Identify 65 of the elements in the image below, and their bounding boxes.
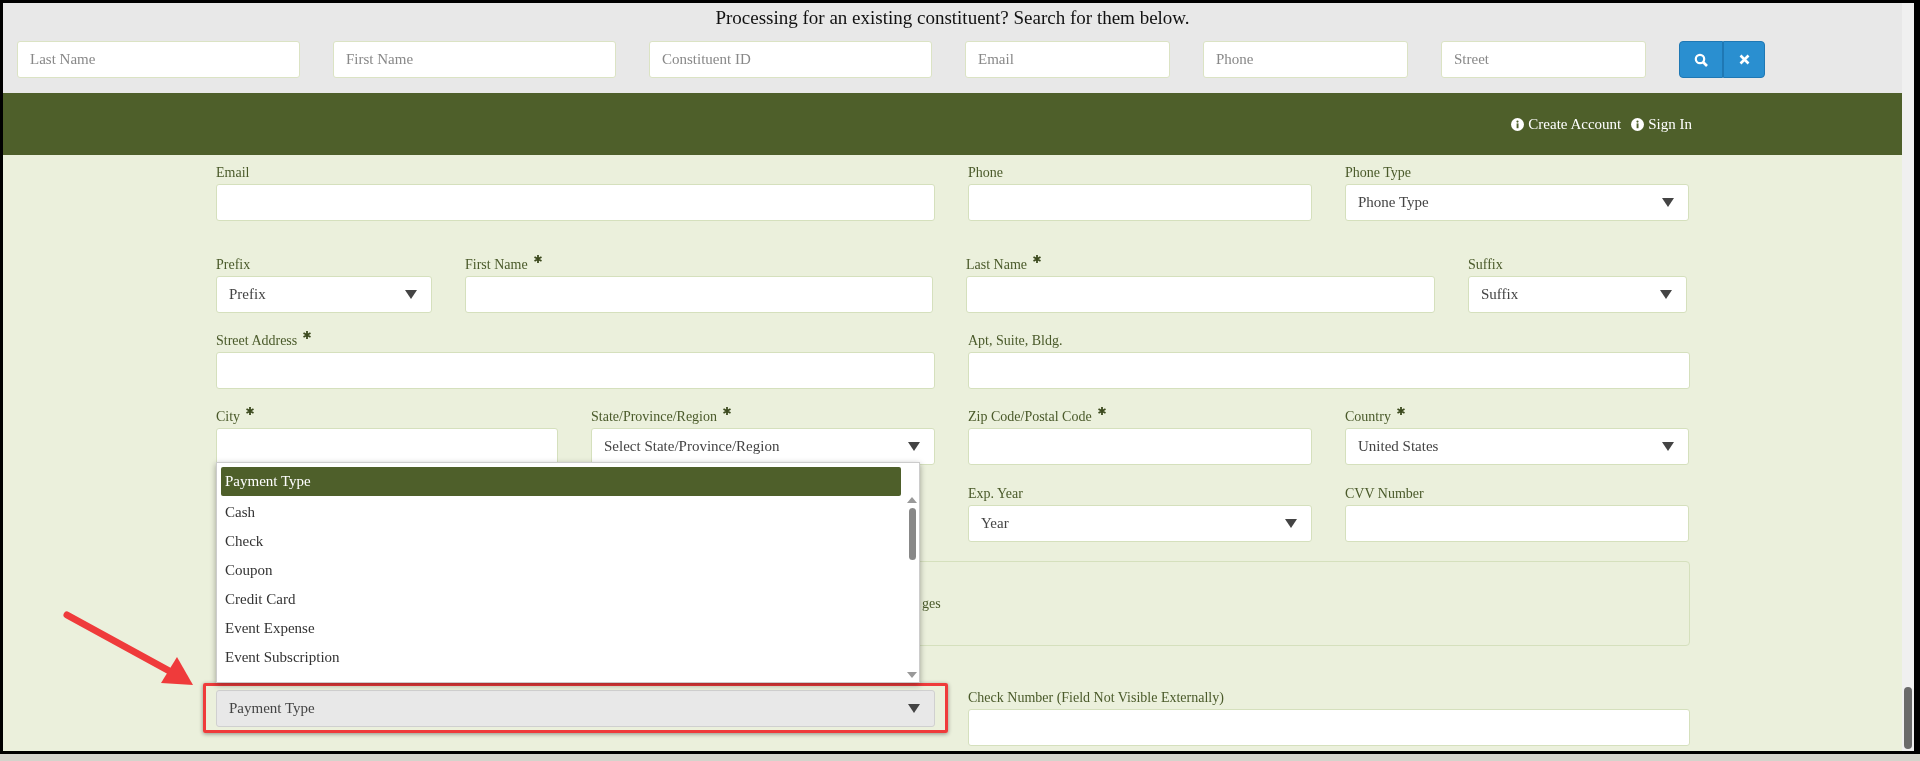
text-field[interactable] (968, 709, 1690, 746)
search-field[interactable]: Street (1441, 41, 1646, 78)
field-label: Check Number (Field Not Visible Externally) (968, 690, 1224, 706)
dropdown-option[interactable]: Credit Card (221, 585, 901, 614)
caret-icon (1285, 519, 1297, 528)
caret-icon (1662, 442, 1674, 451)
field-label: Prefix (216, 257, 251, 273)
notice-text: ges (922, 595, 941, 613)
info-icon (1631, 117, 1645, 131)
text-field[interactable] (966, 276, 1435, 313)
caret-icon (908, 442, 920, 451)
scroll-thumb[interactable] (908, 508, 916, 560)
select-field[interactable]: Select State/Province/Region (591, 428, 935, 465)
dropdown-option[interactable]: Payment Type (221, 467, 901, 496)
clear-button[interactable] (1723, 41, 1765, 78)
scroll-up-icon (907, 497, 917, 503)
field-label: Street Address (216, 333, 298, 349)
text-field[interactable] (968, 184, 1312, 221)
dropdown-option[interactable]: Cash (221, 498, 901, 527)
search-field[interactable]: Last Name (17, 41, 300, 78)
field-label: CVV Number (1345, 486, 1424, 502)
field-label: Zip Code/Postal Code (968, 409, 1092, 425)
scroll-down-icon (907, 672, 917, 678)
field-label: City (216, 409, 241, 425)
field-label: Suffix (1468, 257, 1503, 273)
text-field[interactable] (1345, 505, 1689, 542)
select-field[interactable]: Phone Type (1345, 184, 1689, 221)
field-label: Country (1345, 409, 1391, 425)
search-field[interactable]: Phone (1203, 41, 1408, 78)
dropdown-option[interactable]: Check (221, 527, 901, 556)
close-icon (1738, 54, 1750, 65)
dropdown-option[interactable]: Event Subscription (221, 643, 901, 672)
text-field[interactable] (968, 352, 1690, 389)
caret-icon (908, 704, 920, 713)
caret-icon (1662, 198, 1674, 207)
caret-icon (1660, 290, 1672, 299)
select-field[interactable]: Prefix (216, 276, 432, 313)
search-button[interactable] (1679, 41, 1723, 78)
info-icon (1511, 117, 1525, 131)
field-label: Phone (968, 165, 1003, 181)
select-field[interactable]: Suffix (1468, 276, 1687, 313)
search-field[interactable]: Email (965, 41, 1170, 78)
select-field[interactable]: Payment Type (216, 690, 935, 727)
field-label: State/Province/Region (591, 409, 717, 425)
text-field[interactable] (465, 276, 933, 313)
dropdown-option[interactable]: Event Expense (221, 614, 901, 643)
field-label: First Name (465, 257, 528, 273)
field-label: Apt, Suite, Bldg. (968, 333, 1063, 349)
field-label: Email (216, 165, 250, 181)
search-icon (1694, 52, 1708, 67)
field-label: Exp. Year (968, 486, 1023, 502)
text-field[interactable] (968, 428, 1312, 465)
caret-icon (405, 290, 417, 299)
select-field[interactable]: United States (1345, 428, 1689, 465)
dropdown-option[interactable]: Coupon (221, 556, 901, 585)
field-label: Phone Type (1345, 165, 1412, 181)
search-title: Processing for an existing constituent? Search for them below. (715, 6, 1190, 30)
select-field[interactable]: Year (968, 505, 1312, 542)
text-field[interactable] (216, 184, 935, 221)
nav-link[interactable]: Sign In (1631, 112, 1692, 136)
search-field[interactable]: Constituent ID (649, 41, 932, 78)
nav-link[interactable]: Create Account (1511, 112, 1622, 136)
search-field[interactable]: First Name (333, 41, 616, 78)
text-field[interactable] (216, 352, 935, 389)
field-label: Last Name (966, 257, 1028, 273)
